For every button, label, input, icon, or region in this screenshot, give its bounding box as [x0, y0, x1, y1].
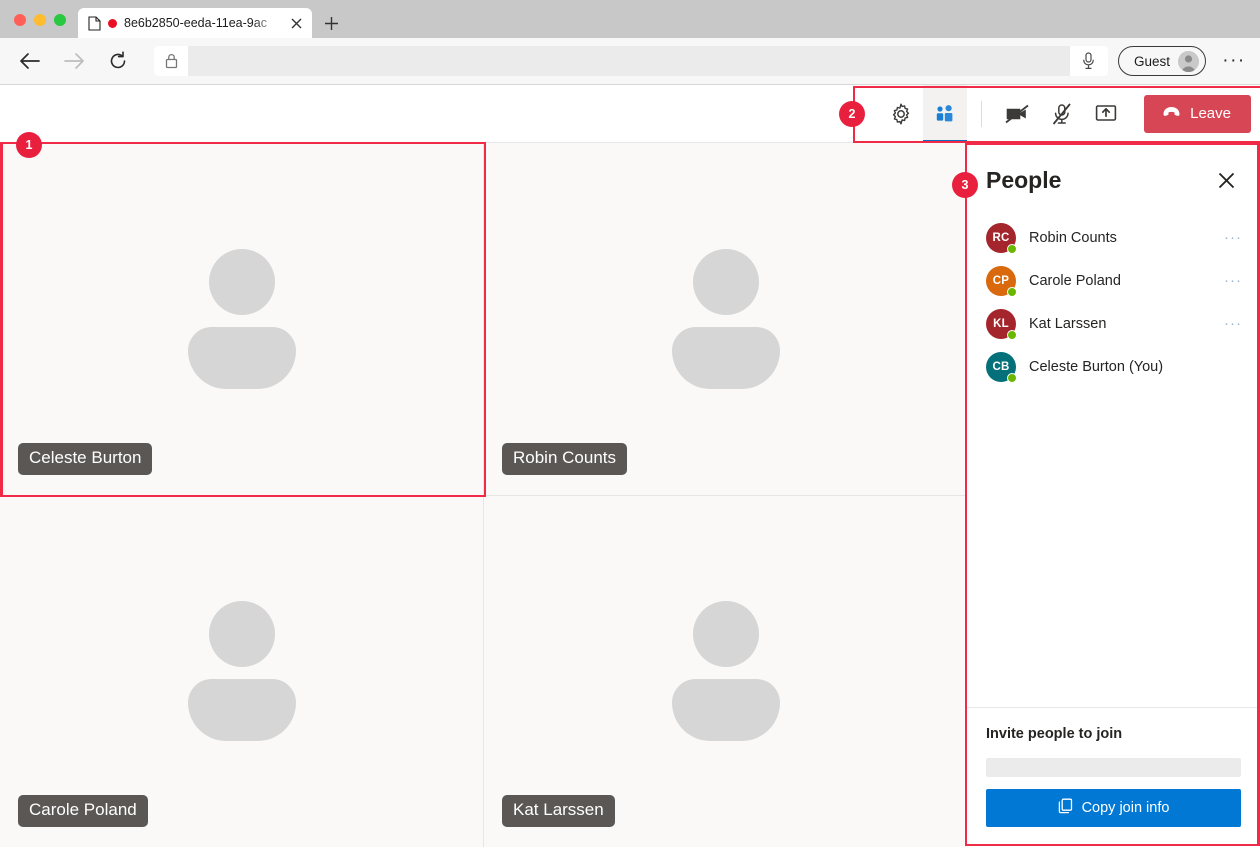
invite-link-field[interactable] — [986, 758, 1241, 777]
list-item[interactable]: KL Kat Larssen ··· — [967, 302, 1260, 345]
reload-button[interactable] — [96, 46, 140, 76]
forward-button[interactable] — [52, 46, 96, 76]
page-icon — [88, 16, 101, 31]
video-tile[interactable]: Carole Poland — [0, 496, 483, 847]
lock-icon — [154, 53, 188, 69]
presence-indicator — [1007, 330, 1017, 340]
app-root: 8e6b2850-eeda-11ea-9ac — [0, 0, 1260, 847]
meeting-toolbar: Leave — [0, 85, 1260, 143]
video-tile[interactable]: Kat Larssen — [484, 496, 967, 847]
people-button[interactable] — [923, 85, 967, 143]
avatar: CB — [986, 352, 1016, 382]
maximize-window-button[interactable] — [54, 14, 66, 26]
participant-list: RC Robin Counts ··· CP Carole Poland ···… — [967, 208, 1260, 707]
profile-label: Guest — [1134, 54, 1170, 69]
url-input[interactable] — [188, 46, 1070, 76]
leave-button[interactable]: Leave — [1144, 95, 1251, 133]
video-tile-name: Carole Poland — [18, 795, 148, 827]
avatar-placeholder-icon — [672, 249, 780, 389]
video-tile[interactable]: Celeste Burton — [0, 143, 483, 495]
presence-indicator — [1007, 287, 1017, 297]
people-panel: People RC Robin Counts ··· CP Carole Pol… — [967, 143, 1260, 847]
recording-dot-icon — [108, 19, 117, 28]
people-panel-header: People — [967, 143, 1260, 208]
back-button[interactable] — [8, 46, 52, 76]
presence-indicator — [1007, 373, 1017, 383]
leave-button-label: Leave — [1190, 105, 1231, 122]
guest-avatar-icon — [1178, 51, 1199, 72]
list-item[interactable]: RC Robin Counts ··· — [967, 216, 1260, 259]
annotation-badge-2: 2 — [839, 101, 865, 127]
avatar-initials: KL — [993, 318, 1009, 330]
video-tile[interactable]: Robin Counts — [484, 143, 967, 495]
minimize-window-button[interactable] — [34, 14, 46, 26]
invite-section-title: Invite people to join — [986, 726, 1241, 742]
avatar: RC — [986, 223, 1016, 253]
microphone-icon[interactable] — [1070, 52, 1108, 70]
video-tile-name: Robin Counts — [502, 443, 627, 475]
close-icon[interactable] — [1214, 169, 1238, 193]
avatar: CP — [986, 266, 1016, 296]
annotation-badge-3: 3 — [952, 172, 978, 198]
video-grid: Celeste Burton Robin Counts Carole Polan… — [0, 143, 967, 847]
list-item[interactable]: CB Celeste Burton (You) — [967, 345, 1260, 388]
window-traffic-lights — [0, 14, 78, 38]
settings-button[interactable] — [879, 85, 923, 143]
avatar-placeholder-icon — [188, 249, 296, 389]
copy-icon — [1058, 798, 1073, 818]
address-bar[interactable] — [154, 46, 1108, 76]
tab-title: 8e6b2850-eeda-11ea-9ac — [124, 16, 281, 30]
toolbar-divider — [981, 101, 982, 127]
video-tile-name: Celeste Burton — [18, 443, 152, 475]
avatar-initials: RC — [992, 232, 1009, 244]
copy-join-info-button[interactable]: Copy join info — [986, 789, 1241, 827]
profile-button[interactable]: Guest — [1118, 46, 1206, 76]
participant-more-options-button[interactable]: ··· — [1224, 315, 1246, 332]
microphone-toggle-button[interactable] — [1040, 85, 1084, 143]
browser-tab[interactable]: 8e6b2850-eeda-11ea-9ac — [78, 8, 312, 38]
tab-close-icon[interactable] — [288, 15, 304, 31]
browser-menu-button[interactable]: ··· — [1214, 46, 1254, 76]
avatar-placeholder-icon — [672, 601, 780, 741]
participant-more-options-button[interactable]: ··· — [1224, 272, 1246, 289]
hangup-phone-icon — [1162, 105, 1181, 122]
new-tab-button[interactable] — [316, 8, 346, 38]
participant-more-options-button[interactable]: ··· — [1224, 229, 1246, 246]
video-tile-name: Kat Larssen — [502, 795, 615, 827]
share-screen-button[interactable] — [1084, 85, 1128, 143]
camera-toggle-button[interactable] — [996, 85, 1040, 143]
avatar: KL — [986, 309, 1016, 339]
participant-name: Carole Poland — [1029, 273, 1211, 289]
avatar-initials: CB — [992, 361, 1009, 373]
annotation-badge-1: 1 — [16, 132, 42, 158]
close-window-button[interactable] — [14, 14, 26, 26]
browser-toolbar: Guest ··· — [0, 38, 1260, 85]
participant-name: Robin Counts — [1029, 230, 1211, 246]
list-item[interactable]: CP Carole Poland ··· — [967, 259, 1260, 302]
avatar-initials: CP — [993, 275, 1009, 287]
browser-tab-strip: 8e6b2850-eeda-11ea-9ac — [0, 0, 1260, 38]
copy-join-info-label: Copy join info — [1082, 800, 1170, 816]
invite-section: Invite people to join Copy join info — [967, 707, 1260, 847]
avatar-placeholder-icon — [188, 601, 296, 741]
presence-indicator — [1007, 244, 1017, 254]
people-panel-title: People — [986, 167, 1061, 194]
participant-name: Kat Larssen — [1029, 316, 1211, 332]
participant-name: Celeste Burton (You) — [1029, 359, 1229, 375]
